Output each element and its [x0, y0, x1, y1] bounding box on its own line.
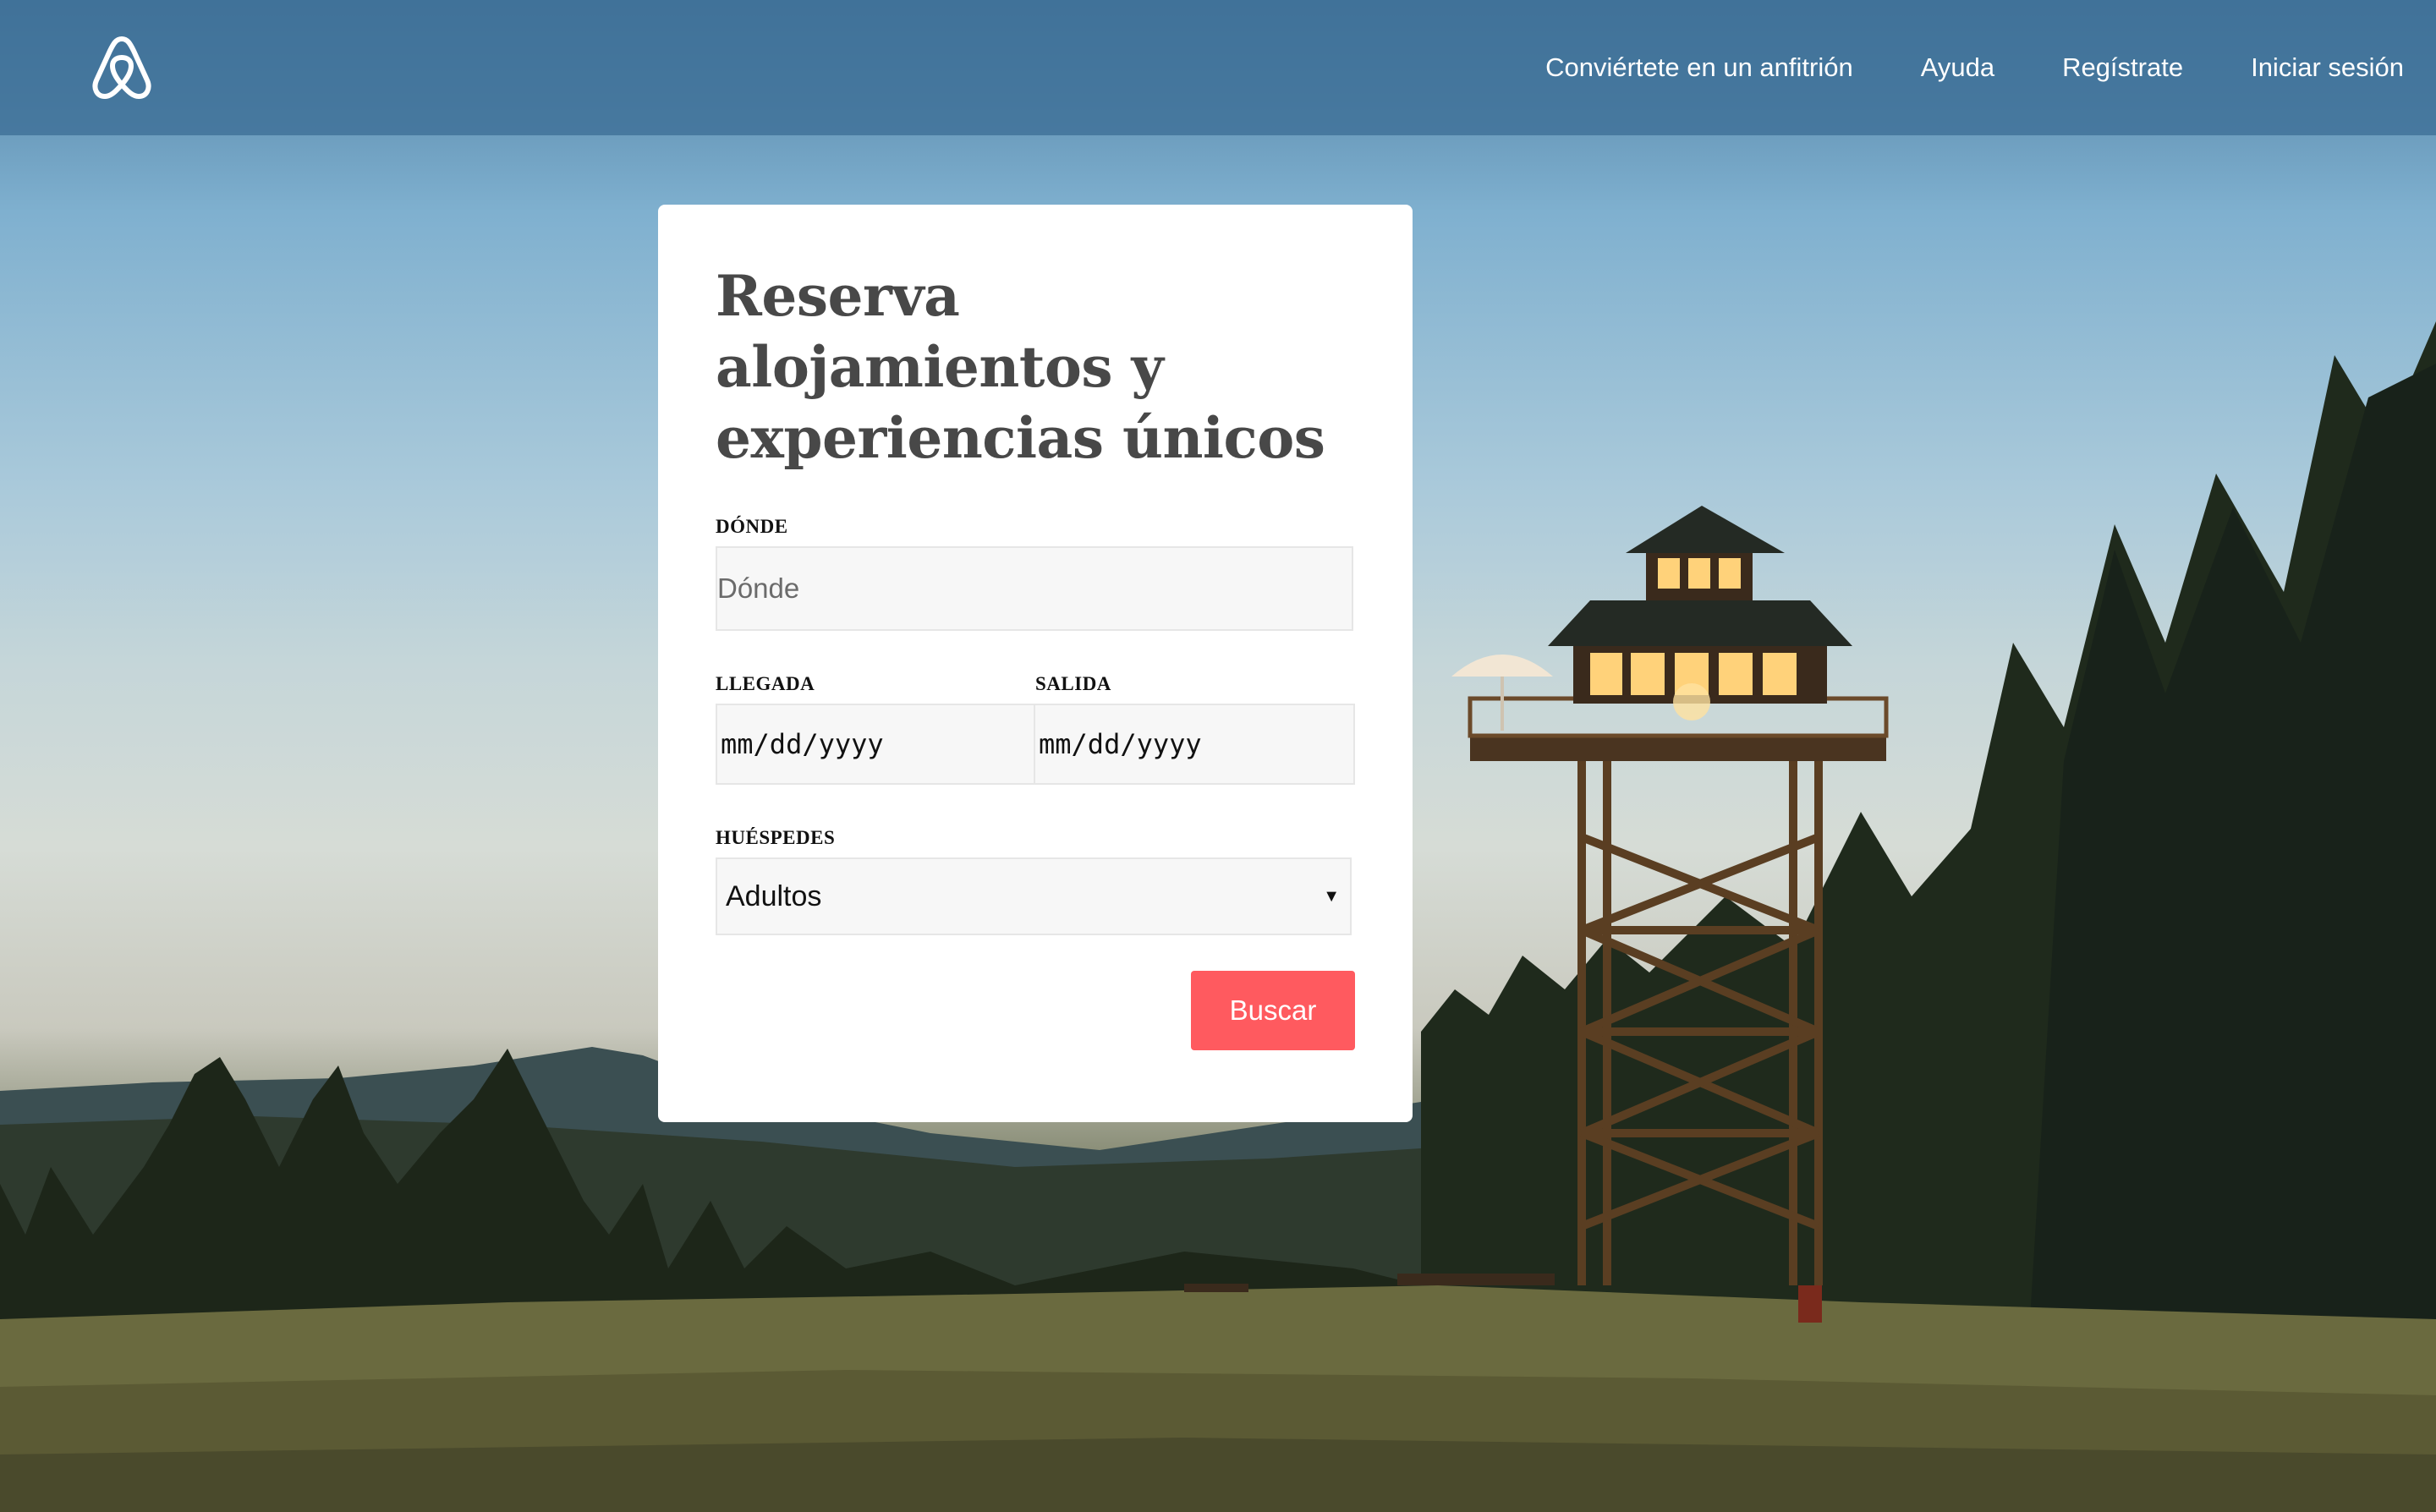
top-navigation-bar: Conviértete en un anfitrión Ayuda Regíst… [0, 0, 2436, 135]
guests-select[interactable]: Adultos ▼ [716, 857, 1352, 935]
search-card: Reserva alojamientos y experiencias únic… [658, 205, 1413, 1122]
checkout-date-input[interactable]: mm/dd/yyyy [1035, 704, 1355, 785]
login-link[interactable]: Iniciar sesión [2251, 52, 2404, 83]
signup-link[interactable]: Regístrate [2062, 52, 2183, 83]
header-nav: Conviértete en un anfitrión Ayuda Regíst… [1478, 0, 2404, 135]
card-actions: Buscar [716, 971, 1355, 1050]
checkin-date-input[interactable]: mm/dd/yyyy [716, 704, 1035, 785]
become-host-link[interactable]: Conviértete en un anfitrión [1545, 52, 1853, 83]
airbnb-logo-icon[interactable] [90, 34, 154, 101]
help-link[interactable]: Ayuda [1921, 52, 1994, 83]
search-button[interactable]: Buscar [1191, 971, 1355, 1050]
checkout-label: SALIDA [1035, 673, 1111, 694]
where-label: DÓNDE [716, 516, 788, 537]
checkout-column: SALIDA mm/dd/yyyy [1035, 673, 1355, 785]
checkin-label: LLEGADA [716, 673, 815, 694]
where-input[interactable]: Dónde [716, 546, 1353, 631]
guests-label: HUÉSPEDES [716, 827, 836, 848]
checkin-column: LLEGADA mm/dd/yyyy [716, 673, 1035, 785]
search-card-title: Reserva alojamientos y experiencias únic… [716, 263, 1325, 471]
dates-row: LLEGADA mm/dd/yyyy SALIDA mm/dd/yyyy [716, 673, 1355, 785]
dropdown-caret-icon: ▼ [1323, 887, 1340, 906]
guests-selected-value: Adultos [726, 880, 822, 912]
